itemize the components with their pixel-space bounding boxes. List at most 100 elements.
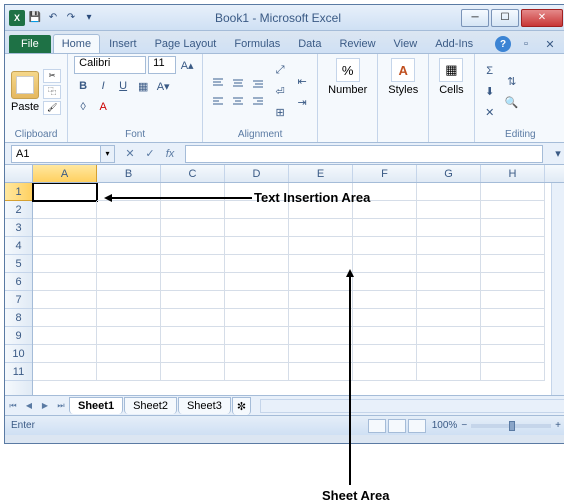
new-sheet-button[interactable]: ✼ (232, 397, 251, 415)
cell[interactable] (161, 327, 225, 345)
cell[interactable] (225, 219, 289, 237)
qat-dropdown[interactable]: ▾ (81, 10, 97, 26)
cell[interactable] (225, 363, 289, 381)
zoom-out-button[interactable]: − (461, 420, 467, 431)
col-header-h[interactable]: H (481, 165, 545, 182)
cell[interactable] (33, 237, 97, 255)
minimize-ribbon-icon[interactable]: ▫ (517, 35, 535, 53)
align-center-button[interactable] (229, 93, 247, 109)
shrink-font-button[interactable]: A▾ (154, 77, 172, 95)
paste-button[interactable]: Paste (11, 71, 39, 113)
fill-button[interactable]: ⬇ (481, 83, 499, 101)
row-header-7[interactable]: 7 (5, 291, 32, 309)
cell[interactable] (225, 291, 289, 309)
cell[interactable] (33, 363, 97, 381)
cell[interactable] (161, 273, 225, 291)
col-header-b[interactable]: B (97, 165, 161, 182)
redo-button[interactable]: ↷ (63, 10, 79, 26)
cell[interactable] (225, 309, 289, 327)
cell[interactable] (161, 201, 225, 219)
row-header-11[interactable]: 11 (5, 363, 32, 381)
cell[interactable] (289, 291, 353, 309)
cell[interactable] (417, 273, 481, 291)
last-sheet-button[interactable]: ⏭ (53, 398, 69, 414)
help-icon[interactable]: ? (495, 36, 511, 52)
zoom-in-button[interactable]: + (555, 420, 561, 431)
cells-button[interactable]: ▦ Cells (435, 56, 467, 98)
cell[interactable] (33, 219, 97, 237)
cell[interactable] (353, 291, 417, 309)
decrease-indent-button[interactable]: ⇤ (293, 72, 311, 90)
underline-button[interactable]: U (114, 77, 132, 95)
cell[interactable] (481, 273, 545, 291)
cell[interactable] (33, 345, 97, 363)
name-box[interactable]: A1 (11, 145, 101, 163)
file-tab[interactable]: File (9, 35, 51, 53)
font-name-select[interactable]: Calibri (74, 56, 146, 74)
select-all-corner[interactable] (5, 165, 33, 182)
cell[interactable] (481, 219, 545, 237)
row-header-10[interactable]: 10 (5, 345, 32, 363)
cell[interactable] (161, 291, 225, 309)
sheet-tab-1[interactable]: Sheet1 (69, 397, 123, 414)
col-header-a[interactable]: A (33, 165, 97, 182)
cell[interactable] (225, 345, 289, 363)
cell[interactable] (289, 309, 353, 327)
cell[interactable] (97, 291, 161, 309)
col-header-e[interactable]: E (289, 165, 353, 182)
cell[interactable] (97, 255, 161, 273)
cell[interactable] (481, 345, 545, 363)
doc-close-icon[interactable]: ✕ (541, 35, 559, 53)
align-bottom-button[interactable] (249, 75, 267, 91)
copy-button[interactable]: ⿻ (43, 85, 61, 99)
cell[interactable] (289, 237, 353, 255)
cell[interactable] (97, 345, 161, 363)
cell[interactable] (353, 345, 417, 363)
cell[interactable] (33, 255, 97, 273)
italic-button[interactable]: I (94, 77, 112, 95)
col-header-f[interactable]: F (353, 165, 417, 182)
page-layout-view-button[interactable] (388, 419, 406, 433)
row-header-6[interactable]: 6 (5, 273, 32, 291)
cell[interactable] (161, 309, 225, 327)
wrap-text-button[interactable]: ⏎ (271, 83, 289, 101)
cell[interactable] (353, 219, 417, 237)
border-button[interactable]: ▦ (134, 77, 152, 95)
cell[interactable] (481, 327, 545, 345)
cell[interactable] (161, 237, 225, 255)
find-select-button[interactable]: 🔍 (503, 93, 521, 111)
cell[interactable] (33, 183, 97, 201)
enter-entry-button[interactable]: ✓ (141, 145, 159, 163)
fill-color-button[interactable]: ◊ (74, 98, 92, 116)
cell[interactable] (97, 363, 161, 381)
cell[interactable] (481, 363, 545, 381)
cell[interactable] (481, 291, 545, 309)
cell[interactable] (353, 255, 417, 273)
cell[interactable] (353, 327, 417, 345)
prev-sheet-button[interactable]: ◀ (21, 398, 37, 414)
cell[interactable] (417, 201, 481, 219)
row-header-3[interactable]: 3 (5, 219, 32, 237)
col-header-d[interactable]: D (225, 165, 289, 182)
cell[interactable] (289, 255, 353, 273)
cell[interactable] (161, 345, 225, 363)
cell[interactable] (97, 237, 161, 255)
bold-button[interactable]: B (74, 77, 92, 95)
font-size-select[interactable]: 11 (148, 56, 176, 74)
tab-home[interactable]: Home (53, 34, 100, 53)
cell[interactable] (417, 291, 481, 309)
cell[interactable] (481, 183, 545, 201)
first-sheet-button[interactable]: ⏮ (5, 398, 21, 414)
cell[interactable] (161, 219, 225, 237)
cell[interactable] (289, 327, 353, 345)
cell[interactable] (353, 309, 417, 327)
cells-grid[interactable] (33, 183, 551, 395)
autosum-button[interactable]: Σ (481, 62, 499, 80)
row-header-5[interactable]: 5 (5, 255, 32, 273)
align-middle-button[interactable] (229, 75, 247, 91)
save-button[interactable]: 💾 (27, 10, 43, 26)
sheet-tab-3[interactable]: Sheet3 (178, 397, 231, 414)
styles-button[interactable]: A Styles (384, 56, 422, 98)
cell[interactable] (33, 309, 97, 327)
cell[interactable] (481, 201, 545, 219)
